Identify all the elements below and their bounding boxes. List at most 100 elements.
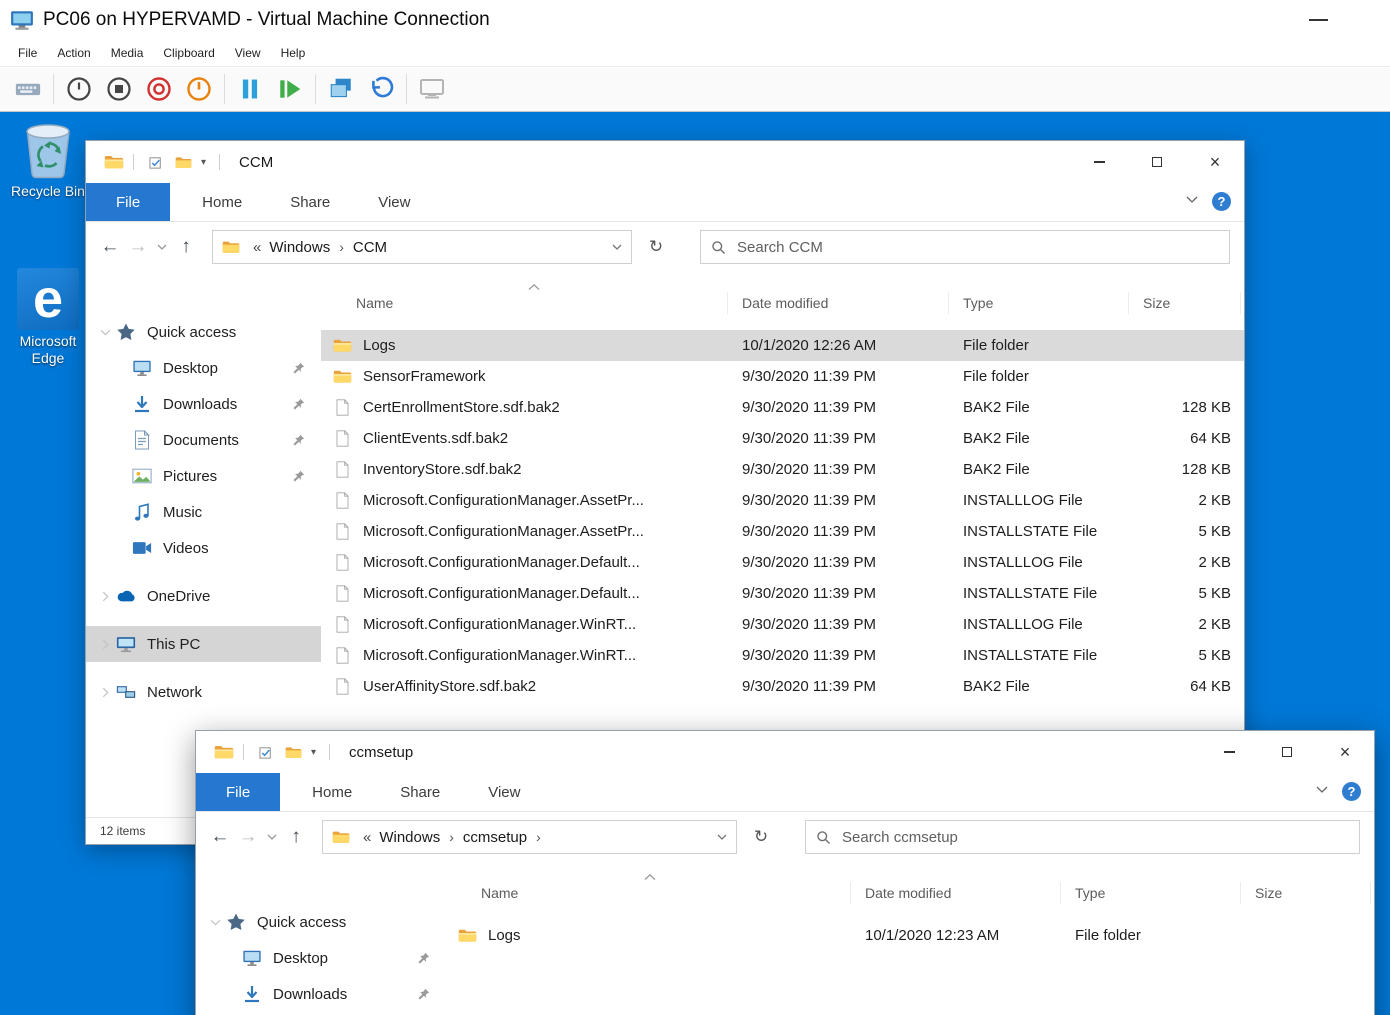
expand-chevron-icon[interactable] [208, 917, 222, 928]
shut-down-button[interactable] [179, 69, 219, 109]
search-input[interactable] [735, 238, 1219, 257]
sidebar-item-downloads[interactable]: Downloads [196, 976, 446, 1012]
expand-chevron-icon[interactable] [98, 639, 112, 650]
sidebar-item-this-pc[interactable]: This PC [86, 626, 321, 662]
breadcrumb-segment-windows[interactable]: Windows [376, 829, 443, 846]
stop-button[interactable] [99, 69, 139, 109]
search-input[interactable] [840, 828, 1349, 847]
file-row-microsoft-configurationmanager-assetpr[interactable]: Microsoft.ConfigurationManager.AssetPr..… [321, 485, 1244, 516]
turn-off-button[interactable] [139, 69, 179, 109]
menu-file[interactable]: File [8, 46, 47, 60]
search-box[interactable] [700, 230, 1230, 264]
tab-share[interactable]: Share [266, 183, 354, 221]
sort-ascending-icon[interactable] [528, 284, 540, 290]
column-header-date-modified[interactable]: Date modified [851, 882, 1061, 904]
menu-view[interactable]: View [225, 46, 271, 60]
sidebar-item-onedrive[interactable]: OneDrive [86, 578, 321, 614]
file-row-sensorframework[interactable]: SensorFramework9/30/2020 11:39 PMFile fo… [321, 361, 1244, 392]
file-row-logs[interactable]: Logs10/1/2020 12:26 AMFile folder [321, 330, 1244, 361]
minimize-button[interactable] [1200, 731, 1258, 773]
menu-help[interactable]: Help [271, 46, 316, 60]
column-header-type[interactable]: Type [949, 292, 1129, 314]
ctrl-alt-del-button[interactable] [8, 69, 48, 109]
expand-chevron-icon[interactable] [98, 327, 112, 338]
minimize-icon[interactable] [1309, 19, 1328, 21]
revert-button[interactable] [361, 69, 401, 109]
menu-clipboard[interactable]: Clipboard [153, 46, 224, 60]
explorer-titlebar[interactable]: ▾ ccmsetup × [196, 731, 1374, 773]
ribbon-expand-chevron-icon[interactable] [1186, 196, 1198, 203]
back-button[interactable]: ← [206, 826, 234, 848]
file-row-certenrollmentstore-sdf-bak2[interactable]: CertEnrollmentStore.sdf.bak29/30/2020 11… [321, 392, 1244, 423]
qat-properties-button[interactable] [148, 155, 165, 170]
sidebar-item-quick-access[interactable]: Quick access [86, 314, 321, 350]
back-button[interactable]: ← [96, 236, 124, 258]
qat-new-folder-button[interactable] [175, 155, 192, 170]
desktop-icon-recycle-bin[interactable]: Recycle Bin [8, 122, 88, 200]
recent-locations-chevron-icon[interactable] [262, 834, 282, 840]
tab-home[interactable]: Home [288, 773, 376, 811]
minimize-button[interactable] [1070, 141, 1128, 183]
desktop-icon-microsoft-edge[interactable]: e Microsoft Edge [10, 268, 86, 367]
up-button[interactable]: ↑ [282, 826, 310, 848]
breadcrumb-segment-windows[interactable]: Windows [266, 239, 333, 256]
forward-button[interactable]: → [234, 826, 262, 848]
tab-file[interactable]: File [86, 183, 170, 221]
sidebar-item-videos[interactable]: Videos [86, 530, 321, 566]
tab-share[interactable]: Share [376, 773, 464, 811]
column-header-date-modified[interactable]: Date modified [728, 292, 949, 314]
menu-media[interactable]: Media [101, 46, 154, 60]
address-box[interactable]: « Windows › ccmsetup › [322, 820, 737, 854]
address-box[interactable]: « Windows › CCM [212, 230, 632, 264]
qat-customize-chevron-icon[interactable]: ▾ [311, 747, 316, 758]
sidebar-item-desktop[interactable]: Desktop [196, 940, 446, 976]
pause-button[interactable] [230, 69, 270, 109]
expand-chevron-icon[interactable] [98, 591, 112, 602]
file-row-microsoft-configurationmanager-winrt[interactable]: Microsoft.ConfigurationManager.WinRT...9… [321, 609, 1244, 640]
column-header-name[interactable]: Name [321, 292, 728, 314]
forward-button[interactable]: → [124, 236, 152, 258]
refresh-button[interactable]: ↻ [638, 230, 674, 264]
column-header-size[interactable]: Size [1129, 292, 1241, 314]
close-button[interactable]: × [1186, 141, 1244, 183]
sidebar-item-network[interactable]: Network [86, 674, 321, 710]
qat-customize-chevron-icon[interactable]: ▾ [201, 157, 206, 168]
up-button[interactable]: ↑ [172, 236, 200, 258]
start-button[interactable] [59, 69, 99, 109]
qat-properties-button[interactable] [258, 745, 275, 760]
maximize-button[interactable] [1128, 141, 1186, 183]
breadcrumb-segment-ccmsetup[interactable]: ccmsetup [460, 829, 530, 846]
menu-action[interactable]: Action [47, 46, 100, 60]
file-row-clientevents-sdf-bak2[interactable]: ClientEvents.sdf.bak29/30/2020 11:39 PMB… [321, 423, 1244, 454]
file-row-microsoft-configurationmanager-default[interactable]: Microsoft.ConfigurationManager.Default..… [321, 547, 1244, 578]
explorer-titlebar[interactable]: ▾ CCM × [86, 141, 1244, 183]
file-row-microsoft-configurationmanager-winrt[interactable]: Microsoft.ConfigurationManager.WinRT...9… [321, 640, 1244, 671]
search-box[interactable] [805, 820, 1360, 854]
sidebar-item-quick-access[interactable]: Quick access [196, 904, 446, 940]
sidebar-item-documents[interactable]: Documents [86, 422, 321, 458]
sidebar-item-pictures[interactable]: Pictures [86, 458, 321, 494]
breadcrumb-collapsed-icon[interactable]: « [358, 829, 376, 846]
address-dropdown-chevron-icon[interactable] [612, 244, 622, 250]
recent-locations-chevron-icon[interactable] [152, 244, 172, 250]
column-header-size[interactable]: Size [1241, 882, 1371, 904]
close-button[interactable]: × [1316, 731, 1374, 773]
file-row-microsoft-configurationmanager-default[interactable]: Microsoft.ConfigurationManager.Default..… [321, 578, 1244, 609]
tab-view[interactable]: View [464, 773, 544, 811]
sidebar-item-music[interactable]: Music [86, 494, 321, 530]
ribbon-expand-chevron-icon[interactable] [1316, 786, 1328, 793]
file-row-inventorystore-sdf-bak2[interactable]: InventoryStore.sdf.bak29/30/2020 11:39 P… [321, 454, 1244, 485]
sidebar-item-downloads[interactable]: Downloads [86, 386, 321, 422]
address-dropdown-chevron-icon[interactable] [717, 834, 727, 840]
enhanced-session-button[interactable] [412, 69, 452, 109]
refresh-button[interactable]: ↻ [743, 820, 779, 854]
maximize-button[interactable] [1258, 731, 1316, 773]
resume-button[interactable] [270, 69, 310, 109]
sort-ascending-icon[interactable] [644, 874, 656, 880]
help-button[interactable]: ? [1342, 782, 1361, 801]
breadcrumb-collapsed-icon[interactable]: « [248, 239, 266, 256]
column-header-type[interactable]: Type [1061, 882, 1241, 904]
breadcrumb-segment-ccm[interactable]: CCM [350, 239, 390, 256]
file-row-logs[interactable]: Logs10/1/2020 12:23 AMFile folder [446, 920, 1374, 951]
tab-home[interactable]: Home [178, 183, 266, 221]
